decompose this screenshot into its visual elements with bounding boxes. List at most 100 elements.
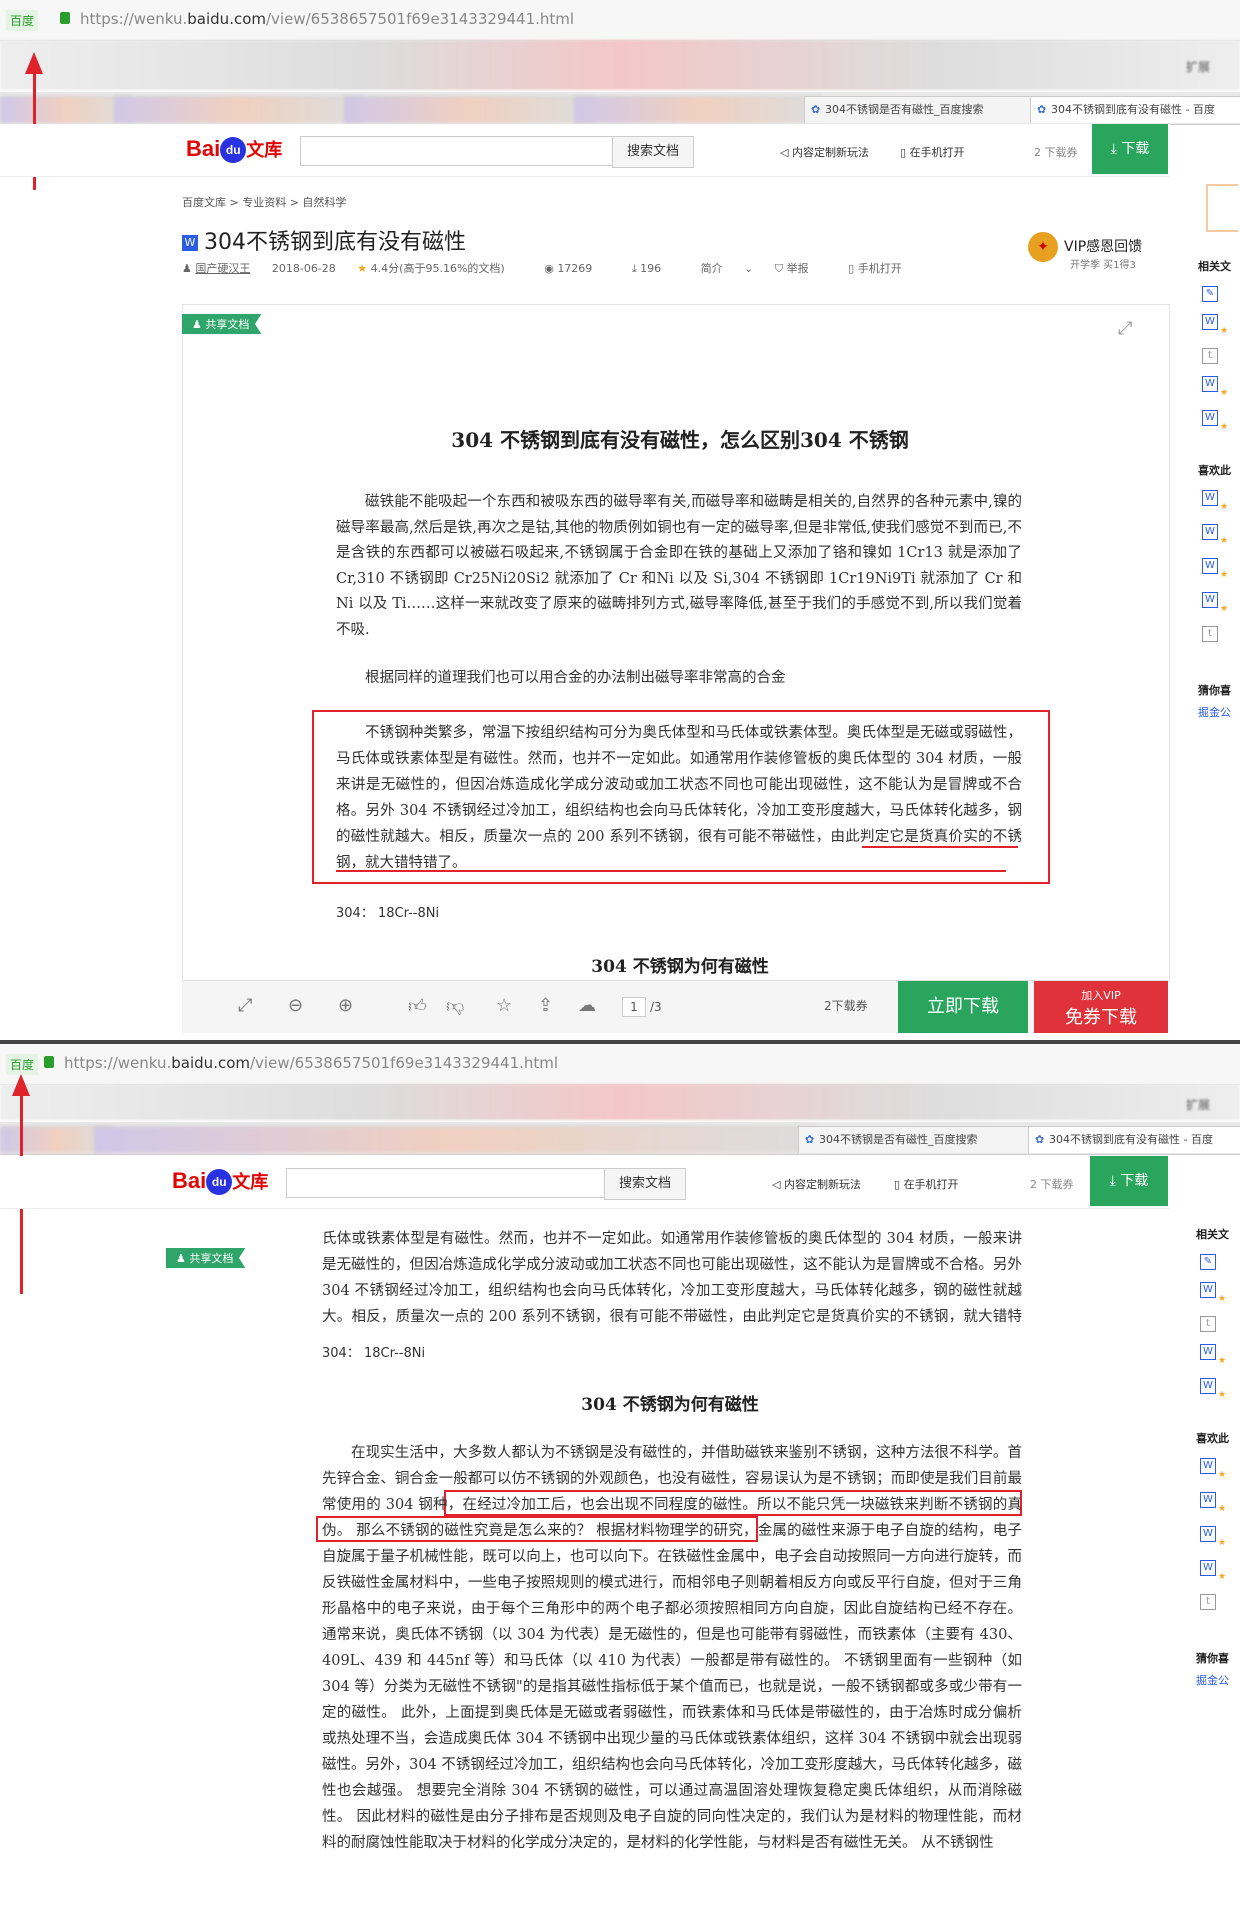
tab-blurred[interactable] — [94, 1126, 816, 1153]
word-doc-icon[interactable]: W — [1202, 314, 1218, 330]
sidebar-heading: 相关文 — [1198, 260, 1231, 273]
screenshot-bottom: 百度 https://wenku.baidu.com/view/65386575… — [0, 1044, 1240, 1920]
word-doc-icon[interactable]: W — [1202, 592, 1218, 608]
page-indicator[interactable]: 1/3 — [622, 997, 662, 1017]
doc-paragraph: 磁铁能不能吸起一个东西和被吸东西的磁导率有关,而磁导率和磁畴是相关的,自然界的各… — [336, 494, 1022, 638]
text-doc-icon[interactable]: t — [1202, 348, 1218, 364]
doc-paragraph-highlighted: 不锈钢种类繁多，常温下按组织结构可分为奥氏体型和马氏体或铁素体型。奥氏体型是无磁… — [336, 725, 1022, 871]
doc-paragraph-continued: 不锈钢种类繁多，常温下按组织结构可分为奥氏体型和马氏体或铁素体型。奥氏体型是无磁… — [322, 1231, 1022, 1325]
word-doc-icon: W — [182, 235, 198, 251]
rating-star-icon: ★ — [1218, 1356, 1227, 1366]
tab-document[interactable]: ✿ 304不锈钢到底有没有磁性 - 百度 — [1030, 96, 1240, 123]
rating-star-icon: ★ — [1218, 1538, 1227, 1548]
url-text[interactable]: https://wenku.baidu.com/view/6538657501f… — [64, 1054, 558, 1072]
thumbs-down-icon[interactable]: 👎︎ — [446, 995, 464, 1017]
rating-star-icon: ★ — [1220, 326, 1229, 336]
tab-blurred[interactable]: × — [114, 96, 362, 123]
edit-icon[interactable]: ✎ — [1202, 286, 1218, 302]
phone-open-link[interactable]: ▯ 手机打开 — [848, 262, 920, 275]
custom-link[interactable]: ◁ 内容定制新玩法 — [780, 144, 869, 160]
zoom-in-icon[interactable]: ⊕ — [338, 995, 353, 1016]
rating-star-icon: ★ — [1218, 1470, 1227, 1480]
word-doc-icon[interactable]: W — [1202, 524, 1218, 540]
search-input[interactable] — [286, 1168, 606, 1198]
rating-star-icon: ★ — [1220, 422, 1229, 432]
zoom-out-icon[interactable]: ⊖ — [288, 995, 303, 1016]
word-doc-icon[interactable]: W — [1202, 376, 1218, 392]
red-underline — [862, 846, 1018, 848]
viewer-toolbar: ⤢ ⊖ ⊕ 👍︎ 👎︎ ☆ ⇪ ☁ 1/3 2下载券 立即下载 加入VIP 免券下… — [182, 980, 1168, 1033]
doc-line-304: 304： 18Cr--8Ni — [336, 906, 440, 921]
word-doc-icon[interactable]: W — [1200, 1458, 1216, 1474]
paw-icon: ✿ — [1037, 103, 1047, 116]
vip-free-download-button[interactable]: 加入VIP 免券下载 — [1034, 981, 1168, 1033]
thumbs-up-icon[interactable]: 👍︎ — [408, 995, 427, 1017]
download-now-button[interactable]: 立即下载 — [898, 981, 1028, 1033]
rating-star-icon: ★ — [1218, 1572, 1227, 1582]
right-sidebar: 相关文 ✎ W ★ t W ★ W ★ 喜欢此 W ★ W ★ W ★ W ★ … — [1196, 1220, 1240, 1688]
tab-strip: × ✿304不锈钢是否有磁性_百度搜索× ✿304不锈钢到底有没有磁性 - 百度 — [0, 1122, 1240, 1155]
download-button[interactable]: ⤓ 下载 — [1090, 1156, 1168, 1206]
wenku-header: Bai du 文库 搜索文档 ◁ 内容定制新玩法 ▯ 在手机打开 2 下载券 ⤓ 下… — [0, 124, 1170, 177]
tab-blurred[interactable]: × — [344, 96, 592, 123]
word-doc-icon[interactable]: W — [1200, 1344, 1216, 1360]
custom-link[interactable]: ◁ 内容定制新玩法 — [772, 1176, 861, 1192]
word-doc-icon[interactable]: W — [1202, 558, 1218, 574]
tab-blurred[interactable]: × — [574, 96, 822, 123]
download-button[interactable]: ⤓ 下载 — [1092, 124, 1168, 174]
sidebar-link[interactable]: 掘金公 — [1198, 704, 1240, 720]
vip-badge-icon: ✦ — [1028, 232, 1058, 262]
wenku-header: Bai du 文库 搜索文档 ◁ 内容定制新玩法 ▯ 在手机打开 2 下载券 ⤓ 下… — [0, 1156, 1170, 1209]
tab-document[interactable]: ✿ 304不锈钢到底有没有磁性 - 百度 — [1028, 1126, 1240, 1153]
baidu-wenku-logo[interactable]: Bai du 文库 — [186, 136, 282, 164]
fullscreen-icon[interactable]: ⤢ — [238, 995, 252, 1016]
doc-paragraph: 根据同样的道理我们也可以用合金的办法制出磁导率非常高的合金 — [365, 670, 786, 686]
word-doc-icon[interactable]: W — [1200, 1560, 1216, 1576]
paw-icon: ✿ — [805, 1133, 815, 1146]
word-doc-icon[interactable]: W — [1200, 1378, 1216, 1394]
fullscreen-icon[interactable]: ⤢ — [1118, 318, 1132, 339]
red-arrow-head — [12, 1074, 30, 1096]
text-doc-icon[interactable]: t — [1200, 1594, 1216, 1610]
cloud-icon[interactable]: ☁ — [578, 995, 596, 1016]
word-doc-icon[interactable]: W — [1200, 1526, 1216, 1542]
sidebar-link[interactable]: 掘金公 — [1196, 1672, 1240, 1688]
search-button[interactable]: 搜索文档 — [612, 136, 694, 168]
word-doc-icon[interactable]: W — [1202, 490, 1218, 506]
phone-open-link[interactable]: ▯ 在手机打开 — [900, 144, 965, 160]
floating-widget[interactable] — [1206, 184, 1238, 232]
address-bar[interactable]: 百度 https://wenku.baidu.com/view/65386575… — [0, 1044, 1240, 1085]
word-doc-icon[interactable]: W — [1200, 1282, 1216, 1298]
phone-open-link[interactable]: ▯ 在手机打开 — [894, 1176, 959, 1192]
text-doc-icon[interactable]: t — [1202, 626, 1218, 642]
rating-star-icon: ★ — [1220, 604, 1229, 614]
extensions-label[interactable]: 扩展 — [1186, 58, 1210, 75]
breadcrumb[interactable]: 百度文库 > 专业资料 > 自然科学 — [182, 194, 346, 210]
rating-star-icon: ★ — [1218, 1390, 1227, 1400]
share-icon[interactable]: ⇪ — [538, 995, 553, 1016]
extensions-label[interactable]: 扩展 — [1186, 1096, 1210, 1113]
edit-icon[interactable]: ✎ — [1200, 1254, 1216, 1270]
word-doc-icon[interactable]: W — [1200, 1492, 1216, 1508]
red-arrow-head — [25, 52, 43, 74]
search-input[interactable] — [300, 136, 614, 166]
lock-icon — [44, 1056, 54, 1068]
tab-search[interactable]: ✿304不锈钢是否有磁性_百度搜索× — [798, 1126, 1046, 1153]
tab-blurred[interactable]: × — [0, 96, 132, 123]
word-doc-icon[interactable]: W — [1202, 410, 1218, 426]
search-button[interactable]: 搜索文档 — [604, 1168, 686, 1200]
doc-meta: ♟ 国产硬汉王 2018-06-28 ★ 4.4分(高于95.16%的文档) ◉… — [182, 260, 938, 276]
rating-star-icon: ★ — [1218, 1294, 1227, 1304]
text-doc-icon[interactable]: t — [1200, 1316, 1216, 1332]
share-tag: ♟ 共享文档 — [182, 314, 262, 334]
site-tag: 百度 — [6, 10, 39, 31]
star-icon[interactable]: ☆ — [496, 995, 512, 1016]
tab-search[interactable]: ✿304不锈钢是否有磁性_百度搜索× — [804, 96, 1048, 123]
baidu-wenku-logo[interactable]: Bai du 文库 — [172, 1168, 268, 1196]
address-bar[interactable]: 百度 https://wenku.baidu.com/view/65386575… — [0, 0, 1240, 41]
url-text[interactable]: https://wenku.baidu.com/view/6538657501f… — [80, 10, 574, 28]
intro-dropdown[interactable]: 简介 ⌄ — [701, 262, 754, 275]
vip-promo[interactable]: ✦ VIP感恩回馈 开学季 买1得3 — [1028, 232, 1142, 271]
author-link[interactable]: ♟ 国产硬汉王 — [182, 262, 250, 275]
report-link[interactable]: ⛉ 举报 — [775, 262, 827, 275]
